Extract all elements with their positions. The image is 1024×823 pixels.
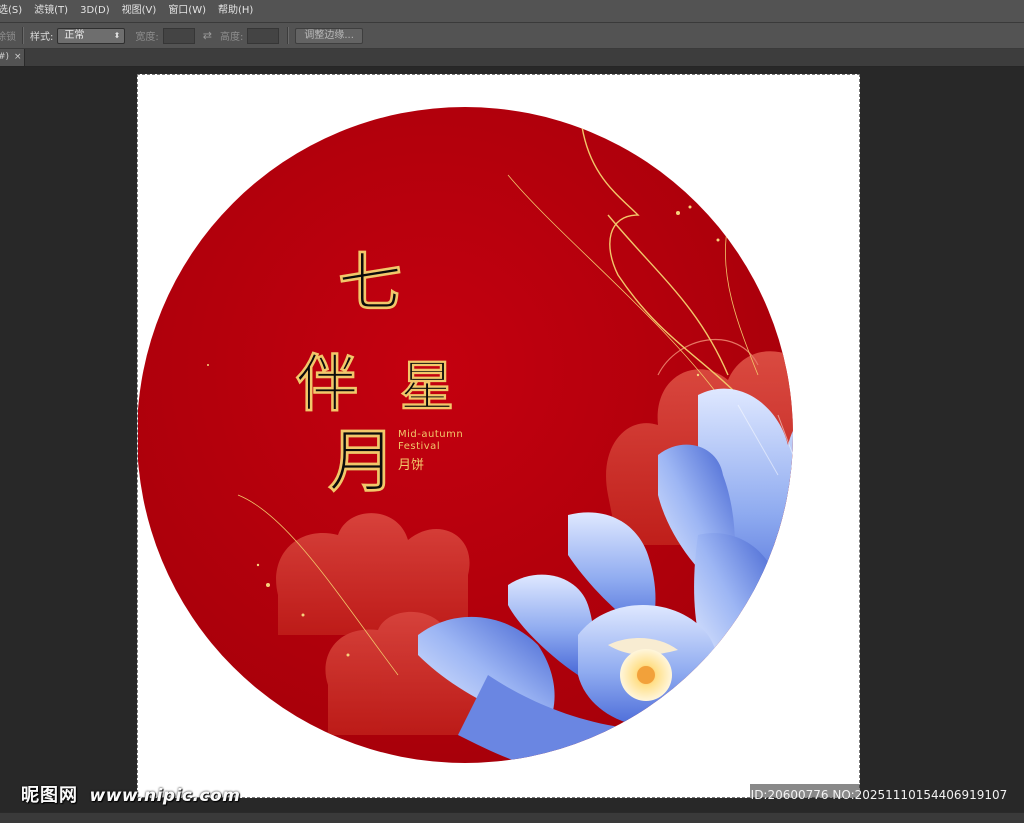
width-field[interactable] [162, 27, 195, 44]
document-canvas[interactable]: 七 星 伴 月 Mid-autumn Festival 月饼 [137, 74, 860, 798]
menu-bar: 选(S) 滤镜(T) 3D(D) 视图(V) 窗口(W) 帮助(H) [0, 0, 1024, 23]
swap-icon[interactable]: ⇄ [203, 29, 212, 42]
chevron-updown-icon: ⬍ [113, 30, 121, 40]
feather-fragment-label: 除锁 [0, 32, 16, 43]
options-bar: 除锁 样式: 正常 ⬍ 宽度: ⇄ 高度: 调整边缘... [0, 23, 1024, 49]
close-icon[interactable]: × [14, 49, 22, 66]
status-bar [0, 812, 1024, 823]
english-line-1: Mid-autumn [398, 429, 463, 440]
menu-filter[interactable]: 滤镜(T) [28, 0, 74, 22]
menu-view[interactable]: 视图(V) [116, 0, 163, 22]
workspace: 七 星 伴 月 Mid-autumn Festival 月饼 [0, 67, 1024, 823]
refine-edge-button[interactable]: 调整边缘... [295, 27, 363, 44]
watermark-id: ID:20600776 NO:20251110154406919107 [750, 784, 1008, 806]
width-label: 宽度: [135, 32, 159, 43]
english-line-2: Festival [398, 441, 440, 452]
document-tab-bar: #) × [0, 49, 1024, 67]
style-label: 样式: [30, 32, 54, 43]
menu-window[interactable]: 窗口(W) [162, 0, 212, 22]
calligraphy-char-2: 星 [400, 354, 454, 418]
calligraphy-char-4: 月 [328, 422, 396, 502]
nipic-watermark: 昵图网 www.nipic.com [21, 781, 240, 807]
height-label: 高度: [219, 32, 244, 43]
watermark-url: www.nipic.com [89, 786, 241, 806]
menu-help[interactable]: 帮助(H) [212, 0, 259, 22]
options-separator [287, 27, 290, 44]
watermark-brand: 昵图网 [21, 785, 78, 806]
calligraphy-char-1: 七 [338, 246, 402, 321]
height-field[interactable] [247, 27, 280, 44]
style-select-value: 正常 [64, 29, 85, 41]
document-tab[interactable]: #) × [0, 49, 25, 66]
options-separator [22, 27, 24, 44]
photoshop-window: 选(S) 滤镜(T) 3D(D) 视图(V) 窗口(W) 帮助(H) 除锁 样式… [0, 0, 1024, 823]
mooncake-artwork: 七 星 伴 月 Mid-autumn Festival 月饼 [138, 107, 793, 763]
menu-3d[interactable]: 3D(D) [74, 0, 116, 22]
document-tab-title: #) [0, 52, 10, 62]
menu-select[interactable]: 选(S) [0, 0, 28, 22]
style-select[interactable]: 正常 ⬍ [57, 27, 126, 44]
chinese-small-label: 月饼 [398, 458, 424, 473]
calligraphy-char-3: 伴 [295, 347, 358, 420]
